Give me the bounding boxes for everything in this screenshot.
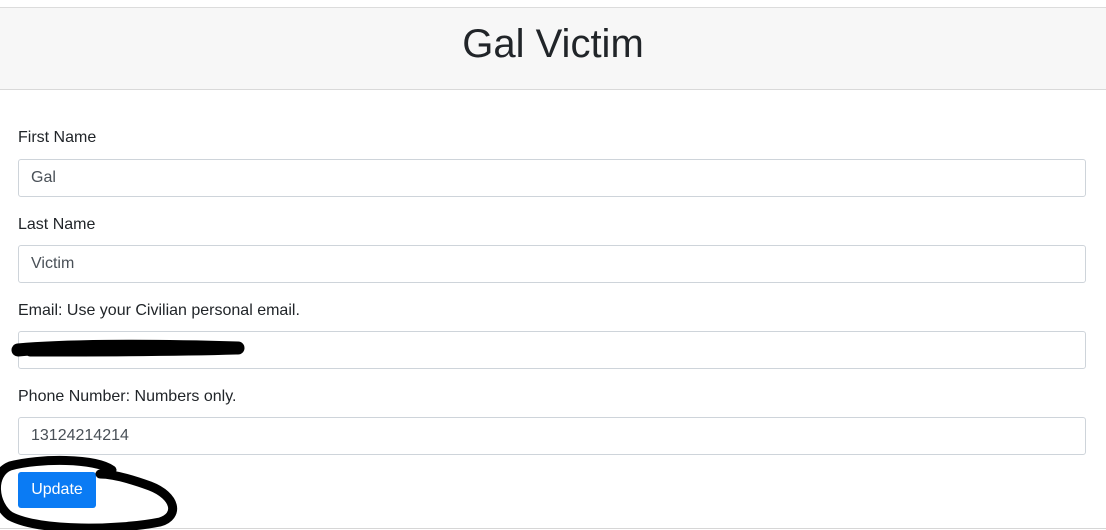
top-strip bbox=[0, 0, 1106, 8]
page-title: Gal Victim bbox=[462, 21, 644, 66]
phone-field[interactable] bbox=[18, 417, 1086, 455]
first-name-label: First Name bbox=[18, 129, 97, 146]
page-header: Gal Victim bbox=[0, 8, 1106, 90]
email-field[interactable] bbox=[18, 331, 1086, 369]
first-name-field[interactable] bbox=[18, 159, 1086, 197]
last-name-label: Last Name bbox=[18, 216, 96, 233]
last-name-field[interactable] bbox=[18, 245, 1086, 283]
phone-label: Phone Number: Numbers only. bbox=[18, 388, 237, 405]
update-button[interactable]: Update bbox=[18, 472, 96, 508]
email-label: Email: Use your Civilian personal email. bbox=[18, 302, 300, 319]
bottom-divider bbox=[0, 528, 1106, 529]
